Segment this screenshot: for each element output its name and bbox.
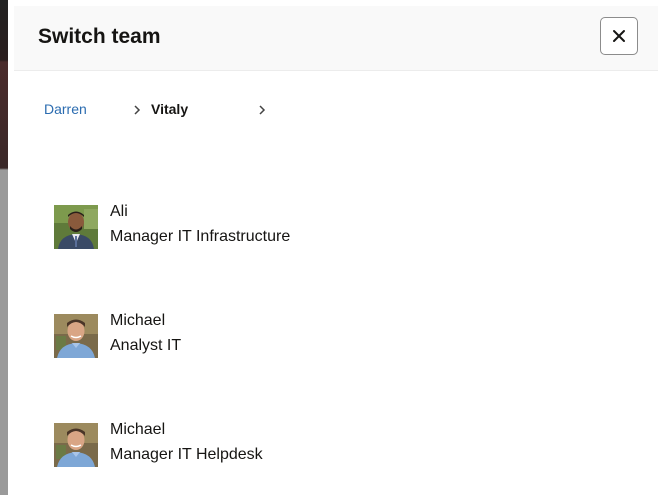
member-name: Ali [110, 203, 128, 220]
dialog-title: Switch team [38, 25, 161, 48]
member-role: Analyst IT [110, 337, 182, 354]
background-page-edge [0, 0, 8, 495]
breadcrumb-item-vitaly: Vitaly [151, 101, 189, 117]
member-role: Manager IT Infrastructure [110, 228, 291, 245]
breadcrumb-item-darren[interactable]: Darren [44, 101, 87, 117]
team-member-item[interactable]: Michael Manager IT Helpdesk [54, 421, 614, 469]
dialog-header: Switch team [14, 6, 658, 71]
avatar [54, 423, 98, 467]
chevron-right-icon [134, 105, 141, 115]
breadcrumb: Darren Vitaly [44, 101, 644, 121]
chevron-right-icon [259, 105, 266, 115]
member-name: Michael [110, 421, 166, 438]
close-button[interactable] [600, 17, 638, 55]
member-role: Manager IT Helpdesk [110, 446, 263, 463]
avatar [54, 205, 98, 249]
switch-team-dialog: Switch team Darren Vitaly Ali Manager IT… [14, 6, 658, 495]
team-member-item[interactable]: Michael Analyst IT [54, 312, 614, 360]
avatar [54, 314, 98, 358]
team-member-item[interactable]: Ali Manager IT Infrastructure [54, 203, 614, 251]
member-name: Michael [110, 312, 166, 329]
close-icon [613, 30, 625, 42]
